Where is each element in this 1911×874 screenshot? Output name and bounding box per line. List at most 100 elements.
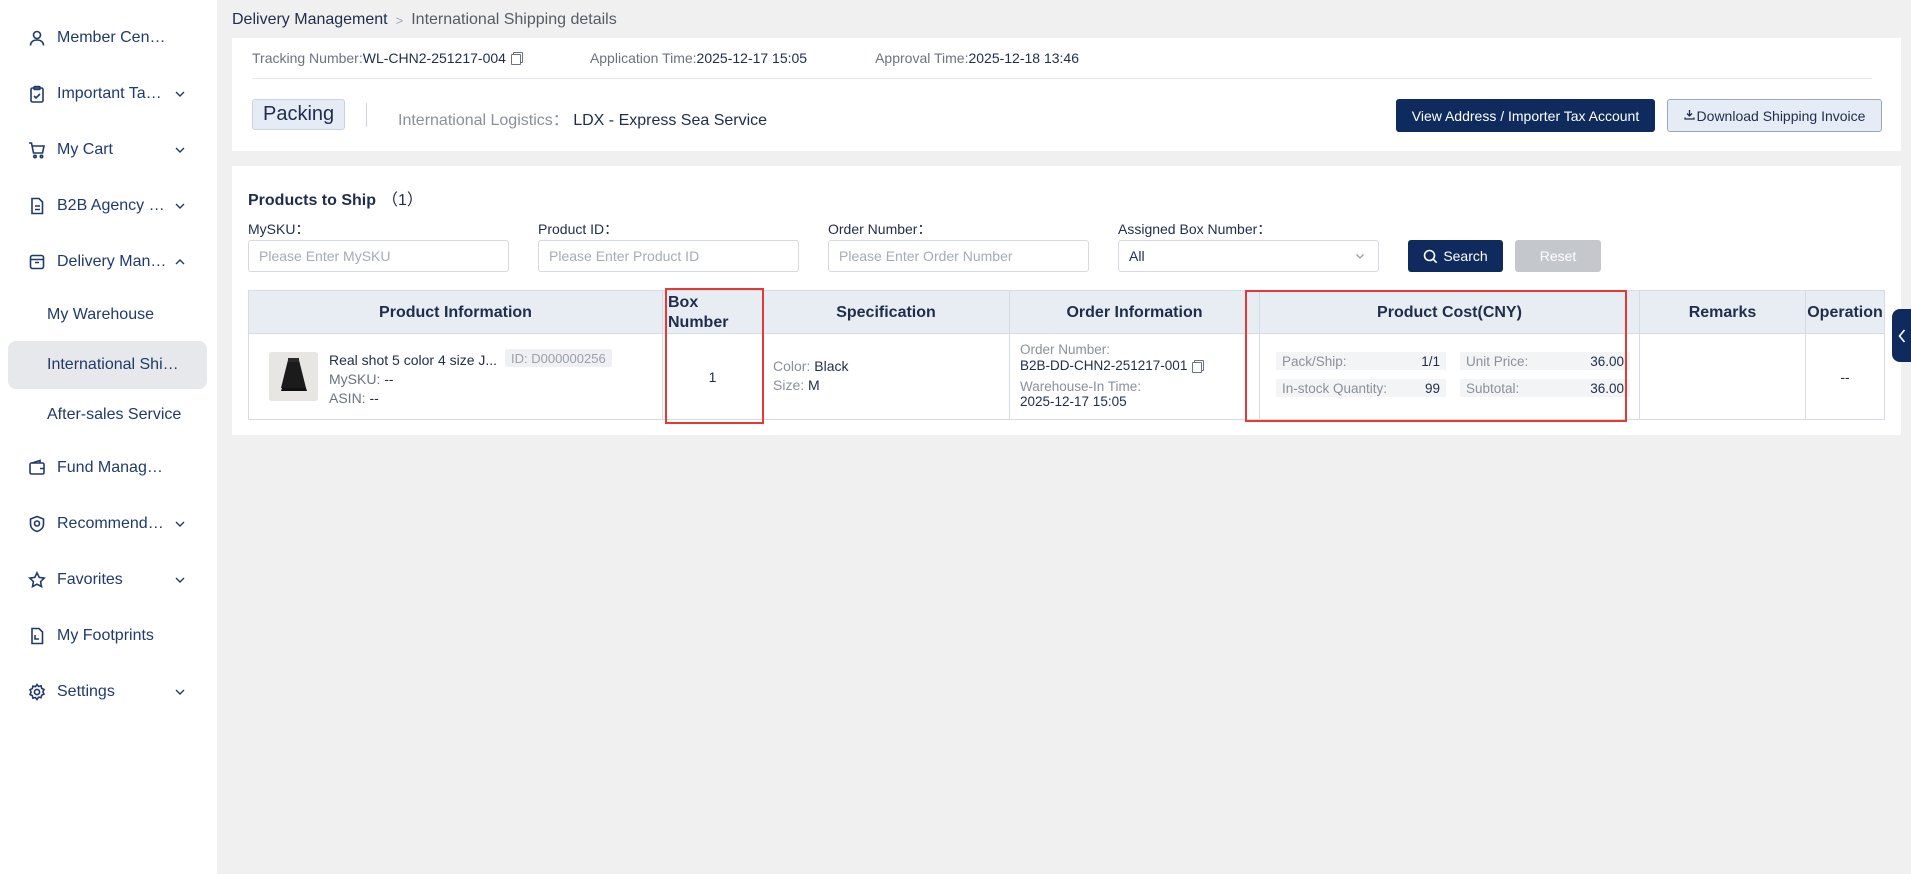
sidebar-item-label: Favorites — [57, 571, 123, 588]
spec-size: Size: M — [773, 377, 820, 393]
chevron-right-icon: > — [395, 12, 404, 28]
subtotal-value: 36.00 — [1590, 380, 1624, 396]
unit-price-label: Unit Price: — [1466, 353, 1529, 369]
sidebar-item-my-warehouse[interactable]: My Warehouse — [8, 291, 207, 339]
download-invoice-button[interactable]: Download Shipping Invoice — [1667, 99, 1882, 132]
in-stock-pill: In-stock Quantity: 99 — [1276, 379, 1446, 397]
sidebar-item-label: My Footprints — [57, 627, 154, 644]
sidebar-item-settings[interactable]: Settings — [8, 668, 207, 716]
search-button[interactable]: Search — [1408, 240, 1503, 272]
column-header-specification: Specification — [763, 291, 1010, 334]
sidebar-item-my-cart[interactable]: My Cart — [8, 126, 207, 174]
chevron-left-icon — [1897, 328, 1905, 343]
asin-field-value: -- — [369, 390, 379, 406]
clipboard-icon — [27, 84, 47, 104]
product-mysku: MySKU: -- — [329, 371, 394, 387]
sidebar-item-my-footprints[interactable]: My Footprints — [8, 612, 207, 660]
cart-icon — [27, 140, 47, 160]
in-stock-label: In-stock Quantity: — [1282, 380, 1388, 396]
sidebar-item-member-center[interactable]: Member Center — [8, 14, 207, 62]
sidebar-item-b2b-agency[interactable]: B2B Agency Services — [8, 182, 207, 230]
sidebar: Member Center Important Tasks My Cart B2… — [0, 0, 217, 874]
badge-icon — [27, 514, 47, 534]
tracking-number-label: Tracking Number: — [252, 50, 363, 66]
chevron-down-icon — [175, 521, 185, 527]
mysku-field-value: -- — [384, 371, 394, 387]
operation-cell: -- — [1806, 334, 1884, 419]
tracking-number: Tracking Number: WL-CHN2-251217-004 — [252, 50, 523, 66]
sidebar-item-after-sales[interactable]: After-sales Service — [8, 391, 207, 439]
status-badge: Packing — [252, 99, 346, 130]
sidebar-item-label: My Cart — [57, 141, 113, 158]
pack-ship-value: 1/1 — [1421, 353, 1440, 369]
box-number-label: Assigned Box Number： — [1118, 221, 1272, 237]
sidebar-item-fund-management[interactable]: Fund Management — [8, 444, 207, 492]
order-number-label: Order Number： — [828, 221, 932, 237]
chevron-down-icon — [175, 689, 185, 695]
user-icon — [27, 28, 47, 48]
collapse-panel-tab[interactable] — [1892, 309, 1911, 362]
sidebar-item-label: Recommended Products — [57, 515, 167, 532]
warehouse-in-value: 2025-12-17 15:05 — [1020, 394, 1127, 409]
product-id-badge: ID: D000000256 — [505, 349, 612, 367]
document-icon — [27, 196, 47, 216]
sidebar-item-label: My Warehouse — [47, 306, 154, 323]
wallet-icon — [27, 458, 47, 478]
chevron-down-icon — [175, 91, 185, 97]
chevron-down-icon — [1356, 254, 1364, 259]
mysku-input[interactable] — [248, 240, 509, 272]
sidebar-item-recommended[interactable]: Recommended Products — [8, 500, 207, 548]
copy-icon[interactable] — [510, 52, 523, 65]
spec-color-label: Color: — [773, 358, 811, 374]
sidebar-item-international-shipping[interactable]: International Shipping details — [8, 341, 207, 389]
shipment-header-card: Tracking Number: WL-CHN2-251217-004 Appl… — [232, 38, 1901, 151]
products-table: Product Information Box Number Specifica… — [248, 290, 1885, 420]
sidebar-item-important-tasks[interactable]: Important Tasks — [8, 70, 207, 118]
sidebar-item-label: International Shipping details — [47, 356, 187, 373]
order-number-input[interactable] — [828, 240, 1089, 272]
products-count: （1） — [382, 192, 423, 209]
divider — [366, 103, 367, 127]
international-logistics: International Logistics： LDX - Express S… — [398, 106, 767, 130]
column-header-order-information: Order Information — [1010, 291, 1260, 334]
box-number-select[interactable]: All — [1118, 240, 1379, 272]
approval-time-label: Approval Time: — [875, 50, 969, 66]
unit-price-value: 36.00 — [1590, 353, 1624, 369]
products-card: Products to Ship （1） MySKU： Product ID： O… — [232, 166, 1901, 435]
warehouse-in-label: Warehouse-In Time: — [1020, 379, 1142, 394]
sidebar-item-label: Member Center — [57, 29, 167, 46]
delivery-icon — [27, 252, 47, 272]
product-name[interactable]: Real shot 5 color 4 size J... — [329, 352, 497, 368]
pack-ship-pill: Pack/Ship: 1/1 — [1276, 352, 1446, 370]
mysku-field-label: MySKU: — [329, 371, 381, 387]
subtotal-label: Subtotal: — [1466, 380, 1520, 396]
search-button-label: Search — [1443, 248, 1488, 264]
product-thumbnail[interactable] — [269, 352, 318, 401]
logistics-value: LDX - Express Sea Service — [573, 112, 768, 129]
gear-icon — [27, 682, 47, 702]
sidebar-item-label: B2B Agency Services — [57, 197, 167, 214]
copy-icon[interactable] — [1192, 359, 1205, 373]
column-header-operation: Operation — [1807, 303, 1883, 321]
order-number-field-value: B2B-DD-CHN2-251217-001 — [1020, 358, 1188, 373]
breadcrumb-parent[interactable]: Delivery Management — [232, 11, 388, 29]
spec-color-value: Black — [814, 358, 849, 374]
shipment-meta: Tracking Number: WL-CHN2-251217-004 Appl… — [252, 50, 1147, 66]
products-title: Products to Ship （1） — [248, 186, 423, 210]
view-address-button[interactable]: View Address / Importer Tax Account — [1396, 99, 1655, 132]
order-information-cell: Order Number: B2B-DD-CHN2-251217-001 War… — [1010, 334, 1260, 419]
sidebar-item-favorites[interactable]: Favorites — [8, 556, 207, 604]
reset-button[interactable]: Reset — [1515, 240, 1601, 272]
tracking-number-value: WL-CHN2-251217-004 — [362, 50, 506, 66]
sidebar-item-label: Important Tasks — [57, 85, 167, 102]
product-id-input[interactable] — [538, 240, 799, 272]
sidebar-item-label: Delivery Management — [57, 253, 167, 270]
column-header-remarks: Remarks — [1640, 291, 1806, 334]
table-header: Product Information Box Number Specifica… — [249, 291, 1884, 334]
product-id-label: Product ID： — [538, 221, 619, 237]
asin-field-label: ASIN: — [329, 390, 366, 406]
product-information-cell: Real shot 5 color 4 size J... ID: D00000… — [249, 334, 663, 419]
subtotal-pill: Subtotal: 36.00 — [1460, 379, 1630, 397]
in-stock-value: 99 — [1424, 380, 1440, 396]
sidebar-item-delivery-management[interactable]: Delivery Management — [8, 238, 207, 286]
